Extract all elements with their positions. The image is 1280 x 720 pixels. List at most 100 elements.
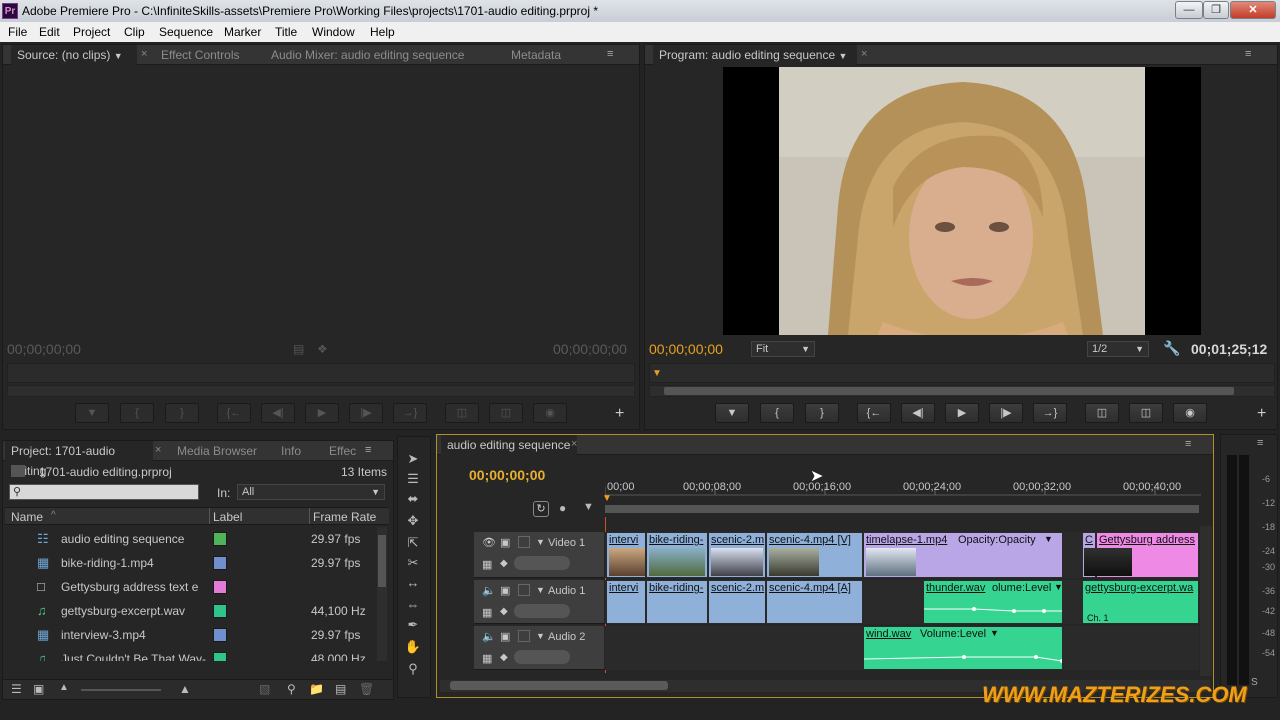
new-bin-icon[interactable]: 📁 bbox=[309, 682, 324, 696]
menu-window[interactable]: Window bbox=[312, 25, 355, 39]
display-style-icon[interactable]: ▦ bbox=[482, 606, 492, 619]
display-style-icon[interactable]: ▦ bbox=[482, 558, 492, 571]
lock-icon[interactable]: ▣ bbox=[500, 584, 510, 597]
column-label[interactable]: Label bbox=[213, 510, 242, 524]
timeline-clip[interactable]: bike-riding- bbox=[646, 580, 708, 624]
tab-sequence[interactable]: audio editing sequence bbox=[441, 435, 577, 455]
timeline-clip[interactable]: wind.wav Volume:Level ▼ bbox=[863, 626, 1063, 670]
playback-resolution-select[interactable]: 1/2 ▼ bbox=[1087, 341, 1149, 357]
keyframe-icon[interactable]: ◆ bbox=[500, 558, 508, 569]
menu-sequence[interactable]: Sequence bbox=[159, 25, 213, 39]
selection-tool-icon[interactable]: ➤ bbox=[404, 450, 422, 468]
list-item[interactable]: ▦ interview-3.mp4 29.97 fps bbox=[3, 623, 377, 647]
sort-ascending-icon[interactable]: ^ bbox=[51, 510, 56, 521]
step-back-button[interactable]: ◀| bbox=[901, 403, 935, 423]
add-marker-icon[interactable]: ▼ bbox=[583, 501, 594, 513]
project-search-input[interactable]: ⚲ bbox=[9, 484, 199, 500]
go-to-out-button[interactable]: →} bbox=[1033, 403, 1067, 423]
tab-program[interactable]: Program: audio editing sequence ▼ bbox=[653, 45, 857, 65]
pen-tool-icon[interactable]: ✒ bbox=[404, 616, 422, 634]
timeline-clip[interactable]: bike-riding- bbox=[646, 532, 708, 578]
label-swatch[interactable] bbox=[213, 604, 227, 618]
list-item[interactable]: ♫ gettysburg-excerpt.wav 44,100 Hz bbox=[3, 599, 377, 623]
lock-icon[interactable]: ▣ bbox=[500, 630, 510, 643]
tab-info[interactable]: Info bbox=[275, 441, 301, 461]
track-header-video-1[interactable]: 👁 ▣ ▼ Video 1 ▦ ◆ bbox=[474, 532, 604, 578]
track-select-tool-icon[interactable]: ☰ bbox=[404, 470, 422, 488]
list-item[interactable]: ♫ Just Couldn't Be That Way- 48,000 Hz bbox=[3, 647, 377, 661]
in-filter-select[interactable]: All ▼ bbox=[237, 484, 385, 500]
ripple-edit-tool-icon[interactable]: ⬌ bbox=[404, 490, 422, 508]
label-swatch[interactable] bbox=[213, 652, 227, 661]
step-forward-button[interactable]: |▶ bbox=[349, 403, 383, 423]
zoom-slider[interactable] bbox=[81, 689, 161, 691]
timeline-clip[interactable]: scenic-4.mp4 [A] bbox=[766, 580, 863, 624]
menu-file[interactable]: File bbox=[8, 25, 27, 39]
maximize-button[interactable]: ❐ bbox=[1203, 1, 1229, 19]
menu-help[interactable]: Help bbox=[370, 25, 395, 39]
tab-effects[interactable]: Effec bbox=[323, 441, 356, 461]
scrollbar-thumb[interactable] bbox=[664, 387, 1234, 395]
timeline-clip[interactable]: scenic-4.mp4 [V] bbox=[766, 532, 863, 578]
tab-media-browser[interactable]: Media Browser bbox=[171, 441, 257, 461]
track-header-audio-1[interactable]: 🔈 ▣ ▼ Audio 1 ▦ ◆ bbox=[474, 580, 604, 624]
menu-project[interactable]: Project bbox=[73, 25, 110, 39]
source-time-ruler[interactable] bbox=[7, 363, 635, 383]
add-marker-button[interactable]: ▼ bbox=[715, 403, 749, 423]
new-item-icon[interactable]: ▤ bbox=[335, 682, 346, 696]
export-frame-button[interactable]: ◉ bbox=[1173, 403, 1207, 423]
zoom-in-icon[interactable]: ▲ bbox=[179, 682, 191, 696]
insert-button[interactable]: ◫ bbox=[445, 403, 479, 423]
timeline-clip[interactable]: timelapse-1.mp4 Opacity:Opacity ▼ bbox=[863, 532, 1063, 578]
timeline-vertical-scrollbar[interactable] bbox=[1200, 526, 1212, 676]
timeline-clip[interactable]: intervi bbox=[606, 532, 646, 578]
sync-lock-icon[interactable] bbox=[518, 630, 530, 642]
program-scrollbar[interactable] bbox=[649, 385, 1275, 397]
go-to-out-button[interactable]: →} bbox=[393, 403, 427, 423]
keyframe-navigator[interactable] bbox=[514, 556, 570, 570]
razor-tool-icon[interactable]: ✂ bbox=[404, 554, 422, 572]
slip-tool-icon[interactable]: ↔ bbox=[404, 574, 422, 592]
tab-source[interactable]: Source: (no clips) ▼ bbox=[11, 45, 137, 65]
film-icon[interactable]: ▤ bbox=[293, 342, 304, 356]
find-icon[interactable]: ⚲ bbox=[287, 682, 296, 696]
timeline-ruler[interactable]: 00;00 00;00;08;00 00;00;16;00 00;00;24;0… bbox=[602, 473, 1201, 517]
rate-stretch-tool-icon[interactable]: ⇱ bbox=[404, 534, 422, 552]
panel-menu-icon[interactable]: ≡ bbox=[365, 444, 371, 456]
collapse-triangle-icon[interactable]: ▼ bbox=[536, 631, 545, 641]
chevron-down-icon[interactable]: ▼ bbox=[114, 51, 123, 61]
label-swatch[interactable] bbox=[213, 628, 227, 642]
clip-effect-label[interactable]: Opacity:Opacity bbox=[958, 534, 1036, 546]
list-view-icon[interactable]: ☰ bbox=[11, 682, 22, 696]
volume-rubber-band[interactable] bbox=[864, 627, 1063, 670]
delete-icon[interactable]: 🗑 bbox=[359, 682, 374, 696]
scrollbar-thumb[interactable] bbox=[378, 535, 386, 587]
source-timecode-out[interactable]: 00;00;00;00 bbox=[553, 341, 627, 357]
label-swatch[interactable] bbox=[213, 532, 227, 546]
close-icon[interactable]: × bbox=[155, 444, 161, 456]
mark-in-button[interactable]: { bbox=[760, 403, 794, 423]
keyframe-navigator[interactable] bbox=[514, 650, 570, 664]
button-editor-plus-icon[interactable]: + bbox=[1257, 405, 1266, 423]
automate-to-sequence-icon[interactable]: ▧ bbox=[259, 682, 270, 696]
panel-menu-icon[interactable]: ≡ bbox=[607, 48, 613, 60]
slide-tool-icon[interactable]: ⇔ bbox=[404, 596, 422, 614]
lock-icon[interactable]: ▣ bbox=[500, 536, 510, 549]
rolling-edit-tool-icon[interactable]: ✥ bbox=[404, 512, 422, 530]
zoom-out-icon[interactable]: ▲ bbox=[59, 682, 69, 693]
mark-out-button[interactable]: } bbox=[805, 403, 839, 423]
speaker-icon[interactable]: 🔈 bbox=[482, 630, 496, 643]
program-monitor-frame[interactable] bbox=[723, 67, 1201, 340]
menu-title[interactable]: Title bbox=[275, 25, 297, 39]
eye-icon[interactable]: 👁 bbox=[482, 536, 496, 549]
keyframe-icon[interactable]: ◆ bbox=[500, 606, 508, 617]
zoom-level-select[interactable]: Fit ▼ bbox=[751, 341, 815, 357]
close-button[interactable]: ✕ bbox=[1230, 1, 1276, 19]
panel-menu-icon[interactable]: ≡ bbox=[1245, 48, 1251, 60]
collapse-triangle-icon[interactable]: ▼ bbox=[536, 537, 545, 547]
column-name[interactable]: Name bbox=[11, 510, 43, 524]
menu-marker[interactable]: Marker bbox=[224, 25, 261, 39]
keyframe-navigator[interactable] bbox=[514, 604, 570, 618]
set-encore-marker-icon[interactable]: ● bbox=[559, 501, 566, 515]
go-to-in-button[interactable]: {← bbox=[857, 403, 891, 423]
